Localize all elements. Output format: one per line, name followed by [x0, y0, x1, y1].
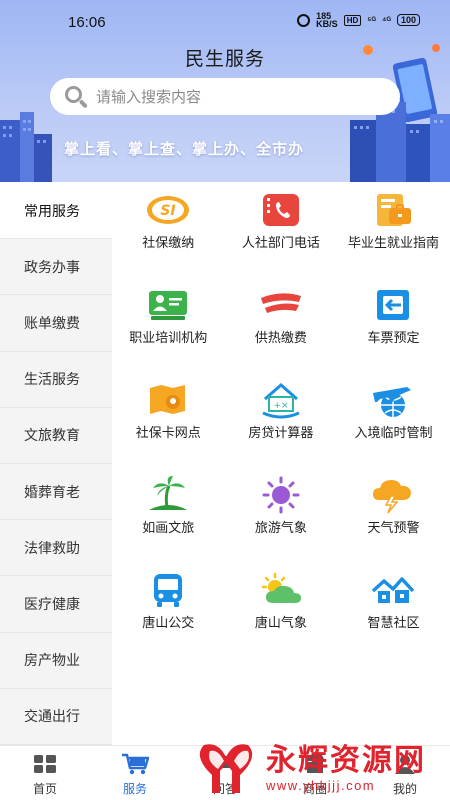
svg-text:SI: SI — [161, 203, 176, 219]
service-label: 房贷计算器 — [248, 426, 314, 441]
header-slogan: 掌上看、掌上查、掌上办、全市办 — [64, 140, 305, 158]
hd-icon: HD — [343, 14, 362, 26]
sidebar-item-label: 医疗健康 — [24, 596, 80, 613]
storm-cloud-icon — [371, 475, 415, 515]
social-security-icon: SI — [146, 190, 190, 230]
service-label: 智慧社区 — [367, 616, 420, 631]
service-tangshan-weather[interactable]: 唐山气象 — [225, 563, 338, 658]
service-social-card-outlets[interactable]: 社保卡网点 — [112, 373, 225, 468]
sidebar-item-transportation[interactable]: 交通出行 — [0, 689, 112, 745]
sidebar-item-label: 常用服务 — [24, 203, 80, 220]
heating-icon — [259, 285, 303, 325]
sidebar-item-label: 交通出行 — [24, 709, 80, 726]
service-label: 职业培训机构 — [129, 331, 208, 346]
sidebar-item-medical-health[interactable]: 医疗健康 — [0, 576, 112, 633]
service-heating-payment[interactable]: 供热缴费 — [225, 278, 338, 373]
service-hr-phone[interactable]: 人社部门电话 — [225, 183, 338, 278]
service-label: 入境临时管制 — [354, 426, 433, 441]
tab-label: 服务 — [122, 782, 147, 796]
sidebar-item-legal-aid[interactable]: 法律救助 — [0, 520, 112, 577]
service-label: 毕业生就业指南 — [347, 236, 439, 251]
service-travel-weather[interactable]: 旅游气象 — [225, 468, 338, 563]
home-grid-icon — [31, 752, 59, 776]
sidebar-item-real-estate[interactable]: 房产物业 — [0, 633, 112, 689]
watermark: 永辉资源网 www.yhkjjj.com — [198, 737, 450, 800]
community-icon — [371, 570, 415, 610]
signal-5g-icon: ⁵ᴳ — [367, 15, 376, 25]
status-bar: 16:06 185 KB/S HD ⁵ᴳ ⁴ᴳ 100 — [0, 0, 450, 40]
service-label: 唐山气象 — [254, 616, 307, 631]
tab-services[interactable]: 服务 — [90, 746, 180, 800]
training-board-icon — [146, 285, 190, 325]
watermark-text: 永辉资源网 www.yhkjjj.com — [266, 743, 426, 794]
sidebar-item-label: 生活服务 — [24, 372, 80, 389]
service-label: 人社部门电话 — [241, 236, 320, 251]
service-mortgage-calculator[interactable]: +× 房贷计算器 — [225, 373, 338, 468]
service-grid: SI 社保缴纳 人社部门电话 毕业生就业指南 职业培训机构 供热缴费 车票预定 … — [112, 183, 450, 658]
app-screen: 16:06 185 KB/S HD ⁵ᴳ ⁴ᴳ 100 民生服务 请输入搜索内容… — [0, 0, 450, 800]
signal-4g-icon: ⁴ᴳ — [382, 15, 391, 25]
service-scenic-tourism[interactable]: 如画文旅 — [112, 468, 225, 563]
cloud-sun-icon — [259, 570, 303, 610]
watermark-logo-icon — [199, 743, 253, 793]
ticket-icon — [371, 285, 415, 325]
sidebar-item-marriage-elderly[interactable]: 婚葬育老 — [0, 464, 112, 521]
service-label: 天气预警 — [367, 521, 420, 536]
service-label: 如画文旅 — [142, 521, 195, 536]
search-icon — [64, 85, 88, 109]
watermark-title: 永辉资源网 — [266, 743, 426, 778]
phone-icon — [259, 190, 303, 230]
service-entry-control[interactable]: 入境临时管制 — [337, 373, 450, 468]
sidebar-item-culture-education[interactable]: 文旅教育 — [0, 408, 112, 464]
service-smart-community[interactable]: 智慧社区 — [337, 563, 450, 658]
sidebar-item-label: 文旅教育 — [24, 428, 80, 445]
bus-icon — [146, 570, 190, 610]
sun-icon — [259, 475, 303, 515]
service-label: 车票预定 — [367, 331, 420, 346]
service-ticket-booking[interactable]: 车票预定 — [337, 278, 450, 373]
service-tangshan-bus[interactable]: 唐山公交 — [112, 563, 225, 658]
cart-icon — [121, 752, 149, 776]
service-label: 社保卡网点 — [135, 426, 201, 441]
page-title: 民生服务 — [184, 48, 265, 70]
service-label: 社保缴纳 — [142, 236, 195, 251]
network-speed-unit: KB/S — [316, 19, 338, 29]
airplane-globe-icon — [371, 380, 415, 420]
service-vocational-training[interactable]: 职业培训机构 — [112, 278, 225, 373]
header-banner: 16:06 185 KB/S HD ⁵ᴳ ⁴ᴳ 100 民生服务 请输入搜索内容… — [0, 0, 450, 182]
sidebar-item-label: 婚葬育老 — [24, 484, 80, 501]
sidebar-item-label: 房产物业 — [24, 653, 80, 670]
search-input[interactable] — [96, 87, 366, 106]
house-calculator-icon: +× — [259, 380, 303, 420]
sidebar-item-life-services[interactable]: 生活服务 — [0, 352, 112, 408]
search-bar[interactable] — [50, 78, 400, 115]
status-icons: 185 KB/S HD ⁵ᴳ ⁴ᴳ 100 — [297, 12, 420, 29]
service-label: 供热缴费 — [254, 331, 307, 346]
briefcase-icon — [371, 190, 415, 230]
buildings-decoration-left-icon — [0, 112, 52, 182]
sidebar-item-label: 账单缴费 — [24, 315, 80, 332]
service-graduate-employment[interactable]: 毕业生就业指南 — [337, 183, 450, 278]
tab-home[interactable]: 首页 — [0, 746, 90, 800]
status-time: 16:06 — [68, 14, 106, 31]
watermark-url: www.yhkjjj.com — [266, 778, 376, 793]
svg-text:+×: +× — [273, 401, 288, 411]
tab-label: 首页 — [32, 782, 57, 796]
service-label: 唐山公交 — [142, 616, 195, 631]
service-label: 旅游气象 — [254, 521, 307, 536]
sidebar-item-label: 政务办事 — [24, 259, 80, 276]
alarm-icon — [297, 13, 311, 27]
battery-icon: 100 — [396, 14, 420, 26]
network-speed: 185 KB/S — [316, 12, 338, 29]
map-pin-icon — [146, 380, 190, 420]
category-sidebar: 常用服务 政务办事 账单缴费 生活服务 文旅教育 婚葬育老 法律救助 医疗健康 … — [0, 183, 112, 745]
sidebar-item-government-affairs[interactable]: 政务办事 — [0, 239, 112, 296]
sidebar-item-bill-payment[interactable]: 账单缴费 — [0, 295, 112, 352]
sidebar-item-label: 法律救助 — [24, 540, 80, 557]
palm-tree-icon — [146, 475, 190, 515]
sidebar-item-common-services[interactable]: 常用服务 — [0, 183, 112, 240]
service-social-security[interactable]: SI 社保缴纳 — [112, 183, 225, 278]
service-weather-warning[interactable]: 天气预警 — [337, 468, 450, 563]
